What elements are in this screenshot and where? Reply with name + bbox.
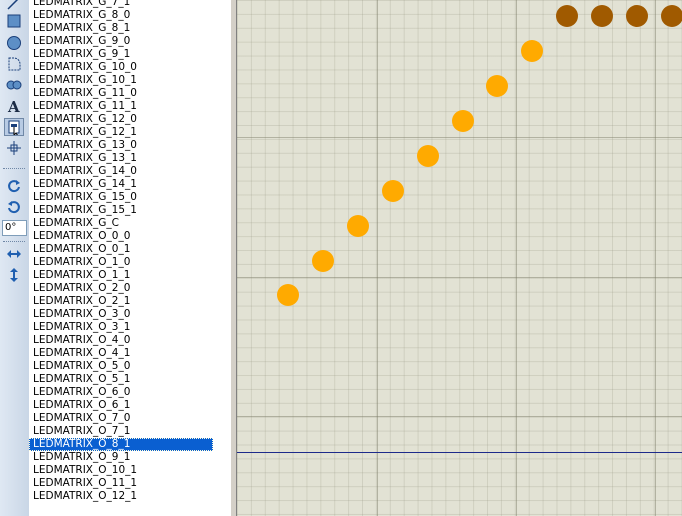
list-item[interactable]: LEDMATRIX_O_0_0: [29, 230, 213, 243]
list-item[interactable]: LEDMATRIX_G_9_0: [29, 35, 213, 48]
list-item[interactable]: LEDMATRIX_O_1_0: [29, 256, 213, 269]
grid-line: [237, 277, 682, 278]
toolbar-separator: [3, 168, 25, 169]
list-item[interactable]: LEDMATRIX_O_11_1: [29, 477, 213, 490]
led-dot[interactable]: [417, 145, 439, 167]
panel-splitter[interactable]: [230, 0, 237, 516]
symbol-icon[interactable]: [4, 118, 24, 136]
list-item[interactable]: LEDMATRIX_O_7_0: [29, 412, 213, 425]
list-item[interactable]: LEDMATRIX_O_3_0: [29, 308, 213, 321]
led-dot[interactable]: [556, 5, 578, 27]
list-item[interactable]: LEDMATRIX_O_6_1: [29, 399, 213, 412]
list-item[interactable]: LEDMATRIX_O_4_1: [29, 347, 213, 360]
list-item[interactable]: LEDMATRIX_O_8_1: [29, 438, 213, 451]
list-item[interactable]: LEDMATRIX_G_15_0: [29, 191, 213, 204]
led-dot[interactable]: [452, 110, 474, 132]
list-item[interactable]: LEDMATRIX_G_9_1: [29, 48, 213, 61]
led-dot[interactable]: [486, 75, 508, 97]
grid-line: [655, 0, 656, 516]
grid-line: [377, 0, 378, 516]
list-item[interactable]: LEDMATRIX_G_C: [29, 217, 213, 230]
list-item[interactable]: LEDMATRIX_G_8_0: [29, 9, 213, 22]
list-item[interactable]: LEDMATRIX_O_9_1: [29, 451, 213, 464]
list-item[interactable]: LEDMATRIX_G_12_1: [29, 126, 213, 139]
text-icon[interactable]: A: [4, 97, 24, 115]
list-item[interactable]: LEDMATRIX_O_5_0: [29, 360, 213, 373]
list-item[interactable]: LEDMATRIX_G_14_1: [29, 178, 213, 191]
schematic-canvas[interactable]: [237, 0, 682, 516]
list-item[interactable]: LEDMATRIX_O_4_0: [29, 334, 213, 347]
list-item[interactable]: LEDMATRIX_O_12_1: [29, 490, 213, 503]
list-item[interactable]: LEDMATRIX_G_14_0: [29, 165, 213, 178]
list-item[interactable]: LEDMATRIX_O_10_1: [29, 464, 213, 477]
list-item[interactable]: LEDMATRIX_G_15_1: [29, 204, 213, 217]
list-item[interactable]: LEDMATRIX_O_2_0: [29, 282, 213, 295]
led-dot[interactable]: [591, 5, 613, 27]
wire[interactable]: [237, 452, 682, 453]
led-dot[interactable]: [277, 284, 299, 306]
mirror-horizontal-icon[interactable]: [4, 245, 24, 263]
rotation-angle-field[interactable]: 0°: [2, 220, 27, 236]
box-icon[interactable]: [4, 12, 24, 30]
list-item[interactable]: LEDMATRIX_O_2_1: [29, 295, 213, 308]
svg-text:A: A: [7, 98, 20, 114]
list-item[interactable]: LEDMATRIX_G_10_1: [29, 74, 213, 87]
list-item[interactable]: LEDMATRIX_O_6_0: [29, 386, 213, 399]
list-item[interactable]: LEDMATRIX_O_1_1: [29, 269, 213, 282]
list-item[interactable]: LEDMATRIX_O_7_1: [29, 425, 213, 438]
device-list[interactable]: LEDMATRIX_G_7_1 LEDMATRIX_G_8_0 LEDMATRIX_…: [29, 0, 230, 516]
led-dot[interactable]: [312, 250, 334, 272]
list-item[interactable]: LEDMATRIX_G_13_1: [29, 152, 213, 165]
rotate-ccw-icon[interactable]: [4, 198, 24, 216]
led-dot[interactable]: [521, 40, 543, 62]
list-item[interactable]: LEDMATRIX_G_11_0: [29, 87, 213, 100]
led-dot[interactable]: [661, 5, 682, 27]
list-item[interactable]: LEDMATRIX_O_5_1: [29, 373, 213, 386]
grid-line: [516, 0, 517, 516]
led-dot[interactable]: [626, 5, 648, 27]
toolbar-separator: [3, 241, 25, 242]
marker-icon[interactable]: [4, 139, 24, 157]
rotate-cw-icon[interactable]: [4, 177, 24, 195]
graphics-toolbar: A 0°: [0, 0, 30, 516]
grid-line: [237, 137, 682, 138]
circle-icon[interactable]: [4, 34, 24, 52]
list-item[interactable]: LEDMATRIX_G_11_1: [29, 100, 213, 113]
grid-line: [237, 416, 682, 417]
list-item[interactable]: LEDMATRIX_G_12_0: [29, 113, 213, 126]
path-icon[interactable]: [4, 76, 24, 94]
list-item[interactable]: LEDMATRIX_O_3_1: [29, 321, 213, 334]
list-item[interactable]: LEDMATRIX_G_10_0: [29, 61, 213, 74]
mirror-vertical-icon[interactable]: [4, 266, 24, 284]
list-item[interactable]: LEDMATRIX_G_8_1: [29, 22, 213, 35]
led-dot[interactable]: [347, 215, 369, 237]
list-item[interactable]: LEDMATRIX_O_0_1: [29, 243, 213, 256]
list-item[interactable]: LEDMATRIX_G_13_0: [29, 139, 213, 152]
line-icon[interactable]: [4, 0, 24, 12]
arc-icon[interactable]: [4, 55, 24, 73]
led-dot[interactable]: [382, 180, 404, 202]
list-item[interactable]: LEDMATRIX_G_7_1: [29, 0, 213, 9]
